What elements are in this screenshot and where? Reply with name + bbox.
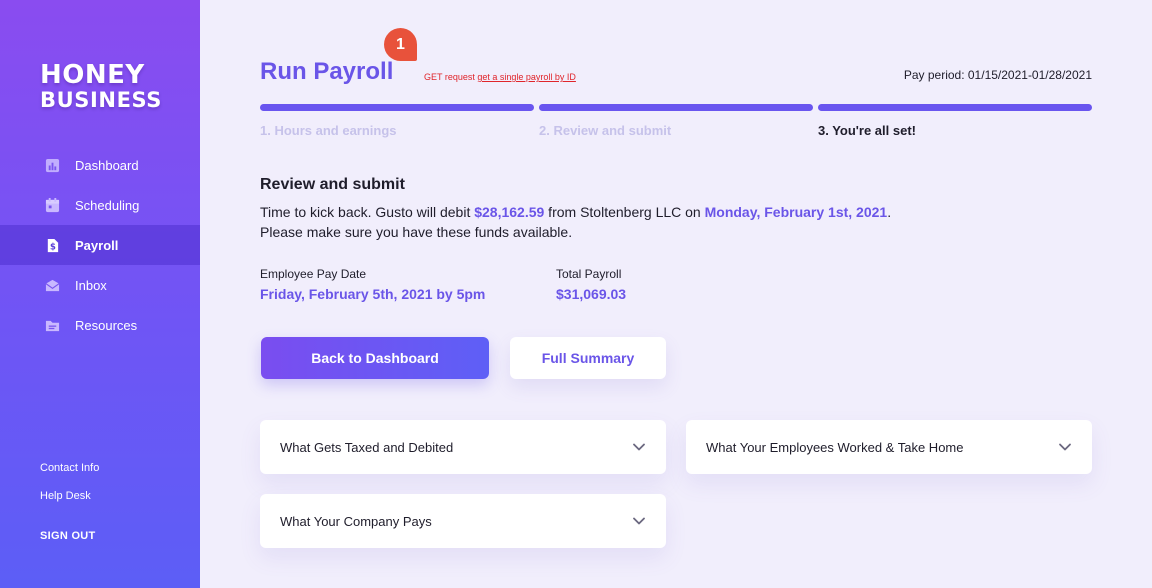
sidebar-item-label: Inbox — [75, 277, 107, 293]
sidebar-nav: Dashboard Scheduling $ Payroll Inbox Res… — [0, 145, 200, 345]
review-description: Time to kick back. Gusto will debit $28,… — [260, 202, 891, 242]
chevron-down-icon — [633, 517, 645, 525]
step-bar — [539, 104, 813, 111]
accordion-taxed-and-debited[interactable]: What Gets Taxed and Debited — [260, 420, 666, 474]
sidebar-item-resources[interactable]: Resources — [0, 305, 200, 345]
sidebar-item-inbox[interactable]: Inbox — [0, 265, 200, 305]
desc-text: from Stoltenberg LLC on — [544, 204, 705, 220]
api-note-prefix: GET request — [424, 72, 478, 82]
svg-text:$: $ — [50, 241, 56, 251]
sidebar-item-dashboard[interactable]: Dashboard — [0, 145, 200, 185]
accordion-label: What Your Employees Worked & Take Home — [706, 439, 964, 455]
brand-line-2: BUSINESS — [40, 88, 163, 112]
notification-badge: 1 — [384, 28, 417, 61]
brand-line-1: HONEY — [40, 60, 145, 90]
pay-date-block: Employee Pay Date Friday, February 5th, … — [260, 267, 485, 302]
step-review-and-submit: 2. Review and submit — [539, 104, 813, 138]
sidebar: HONEY BUSINESS Dashboard Scheduling $ Pa… — [0, 0, 200, 588]
help-desk-link[interactable]: Help Desk — [40, 488, 99, 516]
envelope-icon — [44, 277, 60, 293]
debit-amount: $28,162.59 — [474, 204, 545, 220]
total-payroll-block: Total Payroll $31,069.03 — [556, 267, 626, 302]
debit-date: Monday, February 1st, 2021 — [704, 204, 888, 220]
step-label: 3. You're all set! — [818, 123, 916, 138]
step-hours-and-earnings: 1. Hours and earnings — [260, 104, 534, 138]
full-summary-button[interactable]: Full Summary — [510, 337, 666, 379]
contact-info-link[interactable]: Contact Info — [40, 460, 99, 488]
sidebar-item-payroll[interactable]: $ Payroll — [0, 225, 200, 265]
total-payroll-label: Total Payroll — [556, 267, 622, 281]
step-label: 2. Review and submit — [539, 123, 672, 138]
accordion-label: What Your Company Pays — [280, 513, 432, 529]
page-title: Run Payroll — [260, 58, 394, 85]
accordion-label: What Gets Taxed and Debited — [280, 439, 454, 455]
api-note-link[interactable]: get a single payroll by ID — [477, 72, 576, 82]
sidebar-item-label: Dashboard — [75, 157, 139, 173]
pay-date-value: Friday, February 5th, 2021 by 5pm — [260, 286, 486, 302]
step-label: 1. Hours and earnings — [260, 123, 397, 138]
step-bar — [260, 104, 534, 111]
total-payroll-value: $31,069.03 — [556, 286, 627, 302]
desc-text: Please make sure you have these funds av… — [260, 224, 573, 240]
pay-date-label: Employee Pay Date — [260, 267, 367, 281]
brand-logo[interactable]: HONEY BUSINESS — [40, 62, 162, 112]
api-note: GET request get a single payroll by ID — [424, 72, 576, 82]
folder-icon — [44, 317, 60, 333]
sidebar-bottom-links: Contact Info Help Desk — [40, 460, 99, 516]
accordion-company-pays[interactable]: What Your Company Pays — [260, 494, 666, 548]
review-heading: Review and submit — [260, 176, 405, 193]
chevron-down-icon — [633, 443, 645, 451]
sidebar-item-scheduling[interactable]: Scheduling — [0, 185, 200, 225]
progress-stepper: 1. Hours and earnings 2. Review and subm… — [260, 104, 1092, 138]
step-bar — [818, 104, 1092, 111]
calendar-icon — [44, 197, 60, 213]
accordion-employees-worked[interactable]: What Your Employees Worked & Take Home — [686, 420, 1092, 474]
desc-text: . — [887, 204, 892, 220]
pay-period: Pay period: 01/15/2021-01/28/2021 — [903, 68, 1092, 82]
sidebar-item-label: Payroll — [75, 237, 119, 253]
chevron-down-icon — [1059, 443, 1071, 451]
step-all-set: 3. You're all set! — [818, 104, 1092, 138]
desc-text: Time to kick back. Gusto will debit — [260, 204, 475, 220]
chart-icon — [44, 157, 60, 173]
back-to-dashboard-button[interactable]: Back to Dashboard — [261, 337, 489, 379]
dollar-document-icon: $ — [44, 237, 60, 253]
sidebar-item-label: Resources — [75, 317, 138, 333]
sidebar-item-label: Scheduling — [75, 197, 140, 213]
sign-out-button[interactable]: SIGN OUT — [40, 530, 96, 542]
